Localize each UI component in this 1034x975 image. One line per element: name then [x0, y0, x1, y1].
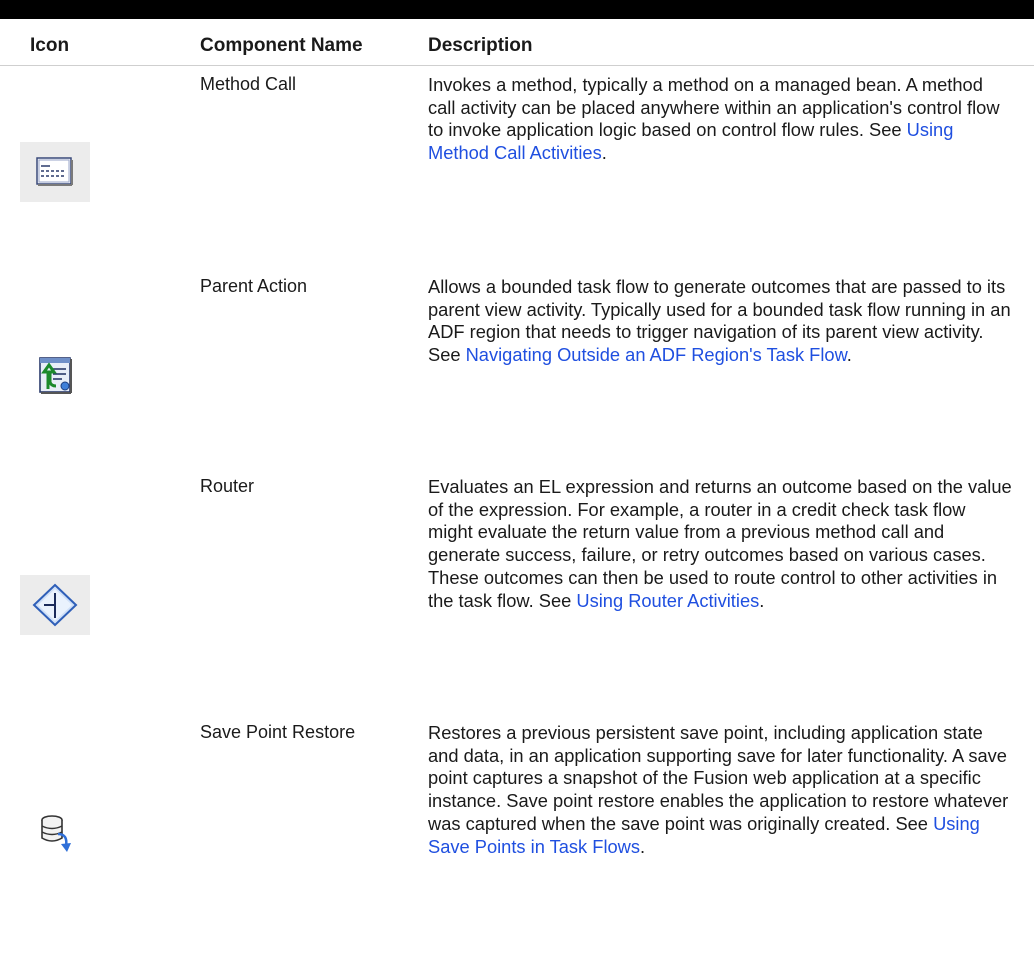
- component-description: Allows a bounded task flow to generate o…: [428, 276, 1011, 366]
- table-header: Icon Component Name Description: [0, 27, 1034, 66]
- component-description: Evaluates an EL expression and returns a…: [428, 476, 1012, 611]
- component-name: Method Call: [200, 74, 297, 94]
- save-point-restore-icon: [20, 800, 90, 860]
- top-rule: [0, 0, 1034, 19]
- component-name: Router: [200, 476, 255, 496]
- header-description: Description: [428, 35, 533, 56]
- parent-action-icon: [20, 344, 90, 404]
- table-row: Method Call Invokes a method, typically …: [0, 66, 1034, 268]
- header-icon: Icon: [30, 35, 70, 56]
- component-description: Restores a previous persistent save poin…: [428, 722, 1009, 857]
- component-description: Invokes a method, typically a method on …: [428, 74, 1000, 164]
- table-row: Parent Action Allows a bounded task flow…: [0, 268, 1034, 468]
- header-component-name: Component Name: [200, 35, 363, 56]
- method-call-icon: [20, 142, 90, 202]
- component-name: Save Point Restore: [200, 722, 356, 742]
- table-row: Save Point Restore Restores a previous p…: [0, 714, 1034, 975]
- link-navigating-outside-adf-region[interactable]: Navigating Outside an ADF Region's Task …: [466, 344, 847, 365]
- table-row: Router Evaluates an EL expression and re…: [0, 468, 1034, 714]
- router-icon: [20, 575, 90, 635]
- component-name: Parent Action: [200, 276, 308, 296]
- link-using-router-activities[interactable]: Using Router Activities: [576, 590, 759, 611]
